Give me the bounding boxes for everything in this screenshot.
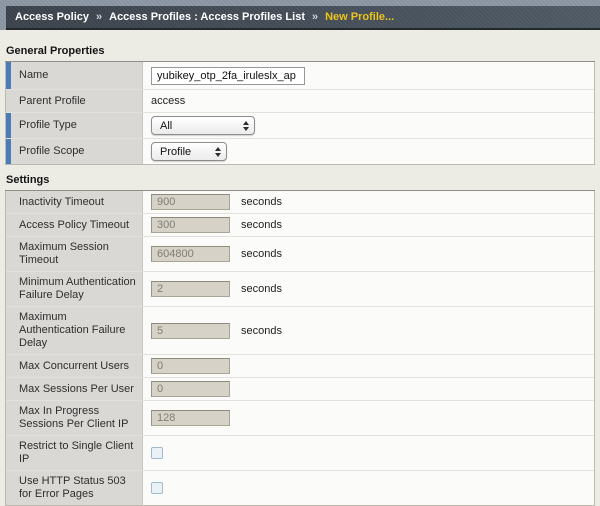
profile-scope-label: Profile Scope xyxy=(19,145,84,158)
section-title: General Properties xyxy=(5,45,595,62)
parent-profile-label-cell: Parent Profile xyxy=(6,90,143,112)
inactivity-timeout-unit-label: seconds xyxy=(241,196,282,208)
required-accent-bar xyxy=(6,113,11,138)
name-input[interactable] xyxy=(151,67,305,85)
breadcrumb-item-new-profile: New Profile... xyxy=(325,11,394,23)
maximum-session-timeout-row: Maximum Session Timeout seconds xyxy=(6,237,594,272)
maximum-session-timeout-input xyxy=(151,246,230,262)
parent-profile-label: Parent Profile xyxy=(19,95,86,108)
minimum-authentication-failure-delay-input xyxy=(151,281,230,297)
profile-type-label: Profile Type xyxy=(19,119,77,132)
max-in-progress-sessions-per-client-ip-row: Max In Progress Sessions Per Client IP xyxy=(6,401,594,436)
profile-type-value-cell: All xyxy=(143,113,594,138)
use-http-status-503-for-error-pages-label-cell: Use HTTP Status 503 for Error Pages xyxy=(6,471,143,505)
inactivity-timeout-value-cell: seconds xyxy=(143,191,594,213)
name-value-cell xyxy=(143,62,594,89)
access-policy-timeout-label-cell: Access Policy Timeout xyxy=(6,214,143,236)
minimum-authentication-failure-delay-label: Minimum Authentication Failure Delay xyxy=(19,276,136,302)
name-label-cell: Name xyxy=(6,62,143,89)
breadcrumb-item-access-policy[interactable]: Access Policy xyxy=(15,11,89,23)
maximum-authentication-failure-delay-unit-label: seconds xyxy=(241,325,282,337)
minimum-authentication-failure-delay-row: Minimum Authentication Failure Delay seco… xyxy=(6,272,594,307)
profile-scope-row: Profile Scope Profile xyxy=(6,139,594,164)
access-policy-timeout-unit-label: seconds xyxy=(241,219,282,231)
max-sessions-per-user-label: Max Sessions Per User xyxy=(19,383,134,396)
access-policy-timeout-input xyxy=(151,217,230,233)
name-row: Name xyxy=(6,62,594,90)
inactivity-timeout-label-cell: Inactivity Timeout xyxy=(6,191,143,213)
max-concurrent-users-row: Max Concurrent Users xyxy=(6,355,594,378)
breadcrumb-separator-icon: » xyxy=(312,11,318,23)
breadcrumb-separator-icon: » xyxy=(96,11,102,23)
breadcrumb-item-access-profiles-list[interactable]: Access Profiles : Access Profiles List xyxy=(109,11,305,23)
profile-scope-label-cell: Profile Scope xyxy=(6,139,143,164)
profile-type-select[interactable]: All xyxy=(151,116,255,135)
inactivity-timeout-input xyxy=(151,194,230,210)
name-label: Name xyxy=(19,69,48,82)
header-bar: Access Policy » Access Profiles : Access… xyxy=(0,0,600,30)
max-in-progress-sessions-per-client-ip-input xyxy=(151,410,230,426)
parent-profile-value: access xyxy=(151,95,185,107)
maximum-session-timeout-value-cell: seconds xyxy=(143,237,594,271)
profile-scope-selected-value: Profile xyxy=(160,146,191,158)
use-http-status-503-for-error-pages-row: Use HTTP Status 503 for Error Pages xyxy=(6,471,594,505)
maximum-session-timeout-unit-label: seconds xyxy=(241,248,282,260)
inactivity-timeout-row: Inactivity Timeout seconds xyxy=(6,191,594,214)
breadcrumb: Access Policy » Access Profiles : Access… xyxy=(6,6,600,30)
maximum-session-timeout-label: Maximum Session Timeout xyxy=(19,241,136,267)
maximum-session-timeout-label-cell: Maximum Session Timeout xyxy=(6,237,143,271)
restrict-to-single-client-ip-checkbox[interactable] xyxy=(151,447,163,459)
max-in-progress-sessions-per-client-ip-label: Max In Progress Sessions Per Client IP xyxy=(19,405,136,431)
max-concurrent-users-label-cell: Max Concurrent Users xyxy=(6,355,143,377)
maximum-authentication-failure-delay-label: Maximum Authentication Failure Delay xyxy=(19,311,136,350)
minimum-authentication-failure-delay-label-cell: Minimum Authentication Failure Delay xyxy=(6,272,143,306)
restrict-to-single-client-ip-row: Restrict to Single Client IP xyxy=(6,436,594,471)
maximum-authentication-failure-delay-label-cell: Maximum Authentication Failure Delay xyxy=(6,307,143,354)
section-settings: SettingsInactivity TimeoutsecondsAccess … xyxy=(5,174,595,506)
required-accent-bar xyxy=(6,62,11,89)
profile-type-label-cell: Profile Type xyxy=(6,113,143,138)
max-sessions-per-user-input xyxy=(151,381,230,397)
access-policy-timeout-label: Access Policy Timeout xyxy=(19,219,129,232)
required-accent-bar xyxy=(6,139,11,164)
maximum-authentication-failure-delay-value-cell: seconds xyxy=(143,307,594,354)
minimum-authentication-failure-delay-value-cell: seconds xyxy=(143,272,594,306)
max-concurrent-users-value-cell xyxy=(143,355,594,377)
section-title: Settings xyxy=(5,174,595,191)
form-content: General Properties Name Parent Profile acce… xyxy=(0,45,600,506)
use-http-status-503-for-error-pages-checkbox[interactable] xyxy=(151,482,163,494)
max-sessions-per-user-row: Max Sessions Per User xyxy=(6,378,594,401)
profile-type-row: Profile Type All xyxy=(6,113,594,139)
maximum-authentication-failure-delay-row: Maximum Authentication Failure Delay seco… xyxy=(6,307,594,355)
parent-profile-value-cell: access xyxy=(143,90,594,112)
profile-scope-value-cell: Profile xyxy=(143,139,594,164)
section-general-properties: General Properties Name Parent Profile acce… xyxy=(5,45,595,165)
profile-type-selected-value: All xyxy=(160,120,172,132)
select-stepper-arrows-icon xyxy=(215,147,221,157)
max-sessions-per-user-label-cell: Max Sessions Per User xyxy=(6,378,143,400)
access-policy-timeout-value-cell: seconds xyxy=(143,214,594,236)
select-stepper-arrows-icon xyxy=(243,121,249,131)
settings-table: NameParent ProfileaccessProfile TypeAllP… xyxy=(5,62,595,165)
restrict-to-single-client-ip-label: Restrict to Single Client IP xyxy=(19,440,136,466)
max-in-progress-sessions-per-client-ip-label-cell: Max In Progress Sessions Per Client IP xyxy=(6,401,143,435)
maximum-authentication-failure-delay-input xyxy=(151,323,230,339)
profile-scope-select[interactable]: Profile xyxy=(151,142,227,161)
access-policy-timeout-row: Access Policy Timeout seconds xyxy=(6,214,594,237)
max-in-progress-sessions-per-client-ip-value-cell xyxy=(143,401,594,435)
minimum-authentication-failure-delay-unit-label: seconds xyxy=(241,283,282,295)
settings-table: Inactivity TimeoutsecondsAccess Policy T… xyxy=(5,191,595,506)
restrict-to-single-client-ip-value-cell xyxy=(143,436,594,470)
inactivity-timeout-label: Inactivity Timeout xyxy=(19,196,104,209)
use-http-status-503-for-error-pages-value-cell xyxy=(143,471,594,505)
max-concurrent-users-label: Max Concurrent Users xyxy=(19,360,129,373)
parent-profile-row: Parent Profile access xyxy=(6,90,594,113)
max-sessions-per-user-value-cell xyxy=(143,378,594,400)
max-concurrent-users-input xyxy=(151,358,230,374)
restrict-to-single-client-ip-label-cell: Restrict to Single Client IP xyxy=(6,436,143,470)
use-http-status-503-for-error-pages-label: Use HTTP Status 503 for Error Pages xyxy=(19,475,136,501)
